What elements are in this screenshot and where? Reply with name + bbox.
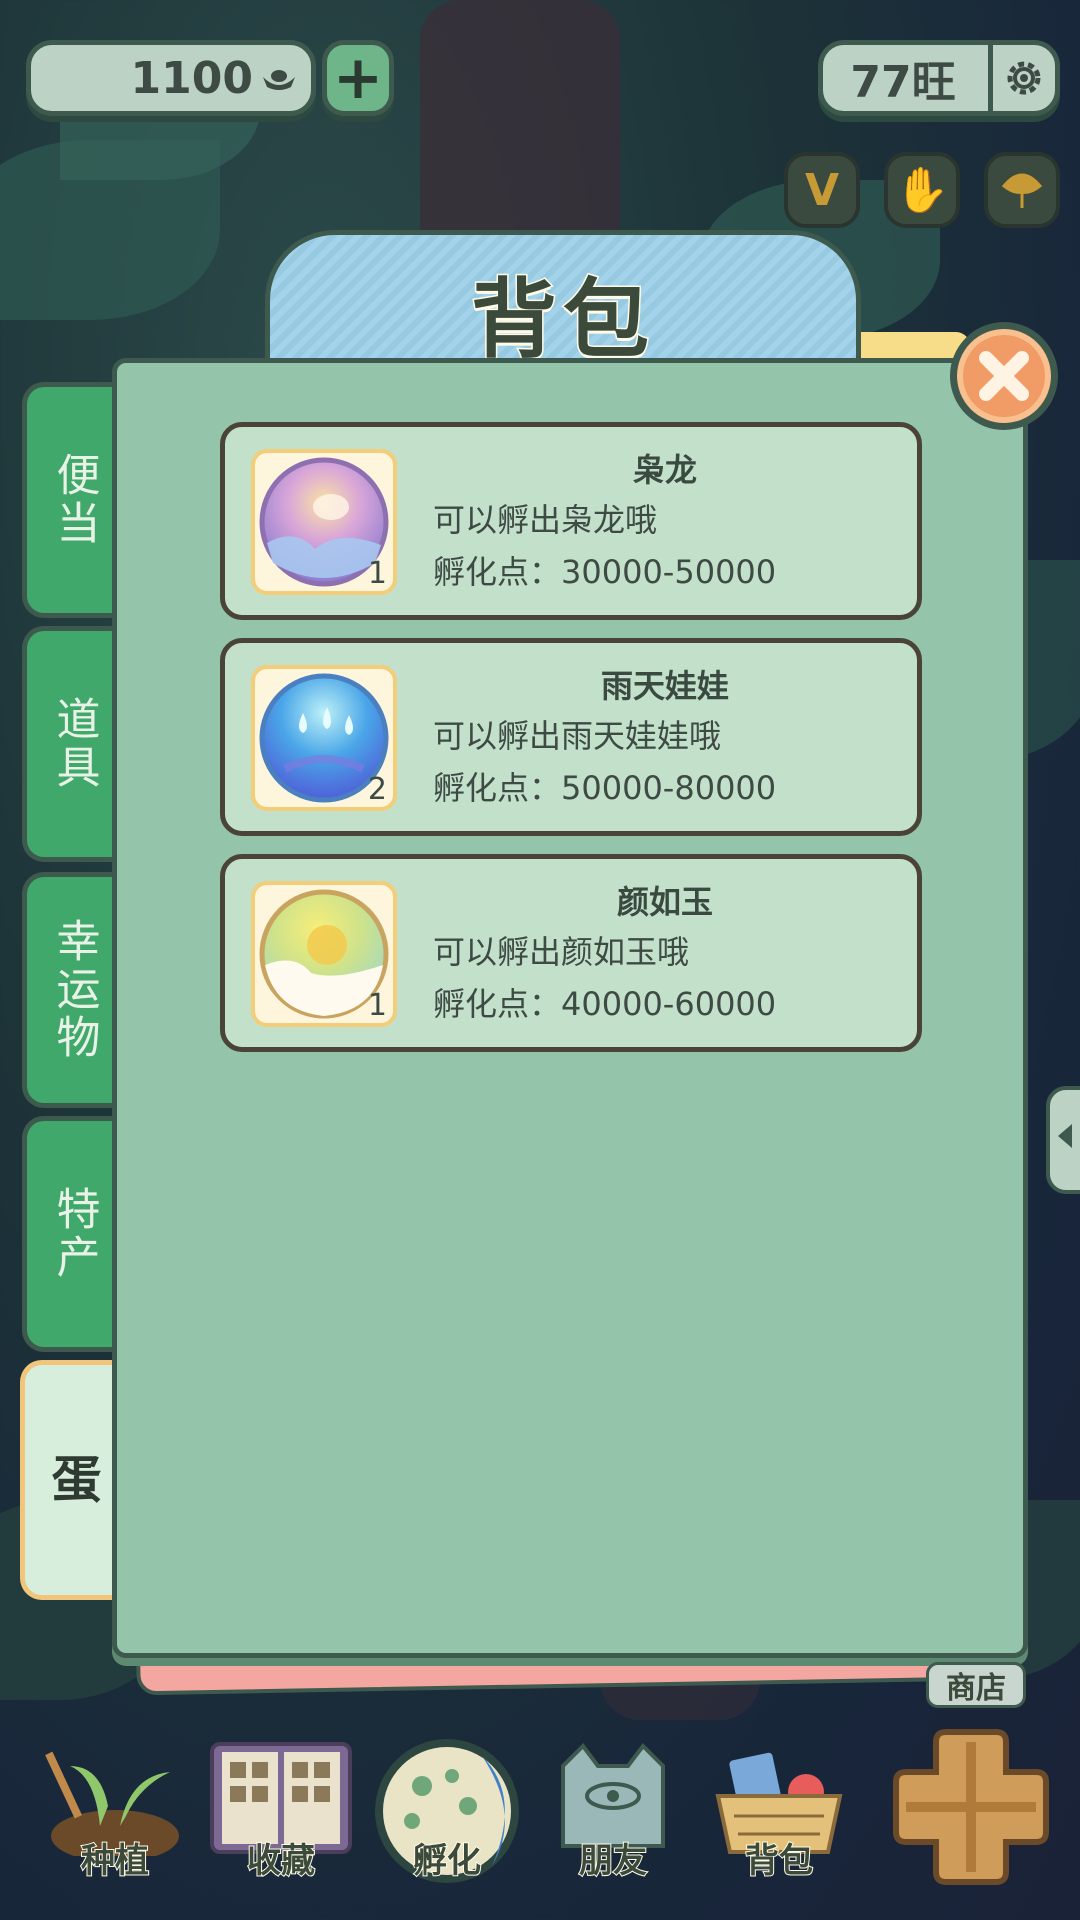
item-icon-frame: 1 [251, 881, 397, 1027]
nav-label: 朋友 [578, 1840, 648, 1882]
settings-button[interactable] [988, 40, 1060, 116]
ginkgo-leaf-icon [1001, 173, 1043, 208]
tab-label: 便当 [48, 452, 100, 548]
panel-title-tab: 背包 [265, 230, 861, 372]
tab-label: 幸运物 [48, 918, 100, 1062]
nav-planting[interactable]: 种植 [40, 1736, 190, 1886]
list-item[interactable]: 1 枭龙 可以孵出枭龙哦 孵化点：30000-50000 [220, 422, 922, 620]
wang-amount: 77旺 [850, 57, 956, 108]
shop-button[interactable] [886, 1722, 1056, 1892]
item-description: 可以孵出颜如玉哦 [433, 933, 690, 971]
tab-eggs[interactable]: 蛋 [20, 1360, 120, 1600]
tab-label: 特产 [48, 1186, 100, 1282]
item-count: 1 [367, 556, 387, 591]
add-coins-button[interactable]: + [322, 40, 394, 116]
close-icon [979, 351, 1029, 401]
hand-icon: ✋ [894, 165, 950, 216]
nav-label: 种植 [80, 1840, 150, 1882]
side-drawer-handle[interactable] [1046, 1086, 1080, 1194]
coin-balance: 1100 [26, 40, 316, 116]
tab-lucky-items[interactable]: 幸运物 [22, 872, 120, 1108]
item-hatch-points: 孵化点：30000-50000 [433, 553, 777, 591]
plus-icon: + [332, 43, 384, 113]
tab-label: 道具 [48, 696, 100, 792]
item-count: 1 [367, 988, 387, 1023]
item-icon-frame: 1 [251, 449, 397, 595]
nav-label: 背包 [744, 1840, 814, 1882]
shop-label: 商店 [926, 1662, 1026, 1708]
item-description: 可以孵出枭龙哦 [433, 501, 658, 539]
tab-specialty[interactable]: 特产 [22, 1116, 120, 1352]
tab-label: 蛋 [43, 1453, 102, 1507]
gold-ingot-icon [263, 70, 295, 90]
tab-bento[interactable]: 便当 [22, 382, 120, 618]
vip-icon: V [804, 164, 840, 216]
vip-button[interactable]: V [784, 152, 860, 228]
coin-amount: 1100 [130, 52, 253, 104]
tab-props[interactable]: 道具 [22, 626, 120, 862]
item-hatch-points: 孵化点：50000-80000 [433, 769, 777, 807]
wang-balance: 77旺 [818, 40, 998, 116]
list-item[interactable]: 2 雨天娃娃 可以孵出雨天娃娃哦 孵化点：50000-80000 [220, 638, 922, 836]
ginkgo-button[interactable] [984, 152, 1060, 228]
nav-label: 收藏 [246, 1840, 316, 1882]
shop-cross-icon [893, 1729, 1049, 1885]
nav-hatching[interactable]: 孵化 [372, 1736, 522, 1886]
panel-title: 背包 [470, 269, 655, 372]
nav-collection[interactable]: 收藏 [206, 1736, 356, 1886]
hand-button[interactable]: ✋ [884, 152, 960, 228]
gear-icon [1007, 61, 1041, 95]
nav-friends[interactable]: 朋友 [538, 1736, 688, 1886]
list-item[interactable]: 1 颜如玉 可以孵出颜如玉哦 孵化点：40000-60000 [220, 854, 922, 1052]
chevron-left-icon [1058, 1124, 1072, 1148]
item-count: 2 [367, 772, 387, 807]
close-button[interactable] [950, 322, 1058, 430]
nav-backpack[interactable]: 背包 [704, 1736, 854, 1886]
item-name: 雨天娃娃 [600, 667, 729, 705]
item-name: 枭龙 [632, 451, 697, 489]
item-name: 颜如玉 [616, 883, 713, 921]
item-hatch-points: 孵化点：40000-60000 [433, 985, 777, 1023]
item-description: 可以孵出雨天娃娃哦 [433, 717, 722, 755]
item-icon-frame: 2 [251, 665, 397, 811]
nav-label: 孵化 [412, 1840, 482, 1882]
